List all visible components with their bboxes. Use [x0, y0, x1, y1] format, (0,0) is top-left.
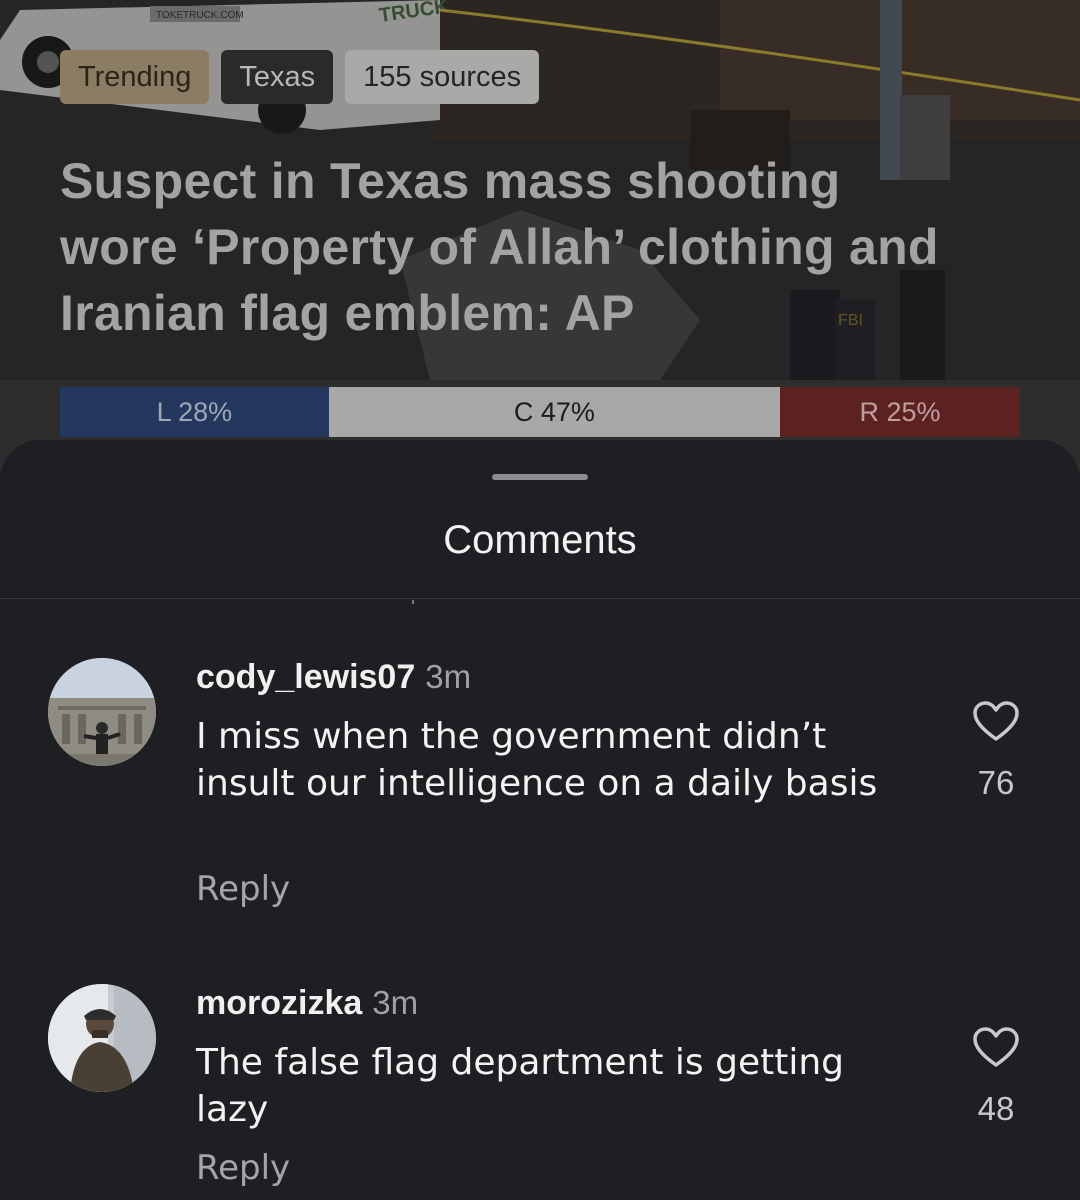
like-button[interactable]: 48 [968, 1026, 1024, 1128]
tag-sources-count[interactable]: 155 sources [345, 50, 540, 104]
heart-outline-icon [973, 701, 1019, 741]
bias-right-segment: R 25% [779, 387, 1020, 437]
bias-left-segment: L 28% [60, 387, 329, 437]
comment-text: The false flag department is getting laz… [196, 1042, 845, 1130]
sheet-drag-handle[interactable] [492, 474, 588, 480]
tag-texas[interactable]: Texas [221, 50, 334, 104]
header-divider [0, 598, 1080, 599]
comment-username[interactable]: morozizka [196, 984, 362, 1022]
reply-button[interactable]: Reply [196, 869, 290, 909]
avatar[interactable] [48, 658, 156, 766]
avatar-image [48, 658, 156, 766]
article-tags: Trending Texas 155 sources [60, 50, 540, 104]
comment-header: cody_lewis07 3m [196, 658, 471, 697]
avatar[interactable] [48, 984, 156, 1092]
comment-text: I miss when the government didn’t insult… [196, 716, 878, 804]
tag-trending[interactable]: Trending [60, 50, 210, 104]
bias-distribution-bar[interactable]: L 28% C 47% R 25% [60, 387, 1020, 437]
scroll-indicator [412, 600, 414, 604]
like-count: 76 [977, 764, 1015, 801]
comments-title: Comments [443, 518, 637, 562]
comment-timestamp: 3m [372, 984, 419, 1021]
like-button[interactable]: 76 [968, 700, 1024, 802]
reply-button[interactable]: Reply [196, 1148, 290, 1188]
avatar-image [48, 984, 156, 1092]
comment-username[interactable]: cody_lewis07 [196, 658, 415, 696]
bias-center-segment: C 47% [328, 387, 780, 437]
comment-timestamp: 3m [425, 658, 472, 695]
comments-sheet: Comments cody_lewis07 3m I miss when the… [0, 440, 1080, 1200]
heart-outline-icon [973, 1027, 1019, 1067]
comment-header: morozizka 3m [196, 984, 418, 1023]
like-count: 48 [977, 1090, 1015, 1127]
article-headline[interactable]: Suspect in Texas mass shooting wore ‘Pro… [60, 148, 960, 346]
